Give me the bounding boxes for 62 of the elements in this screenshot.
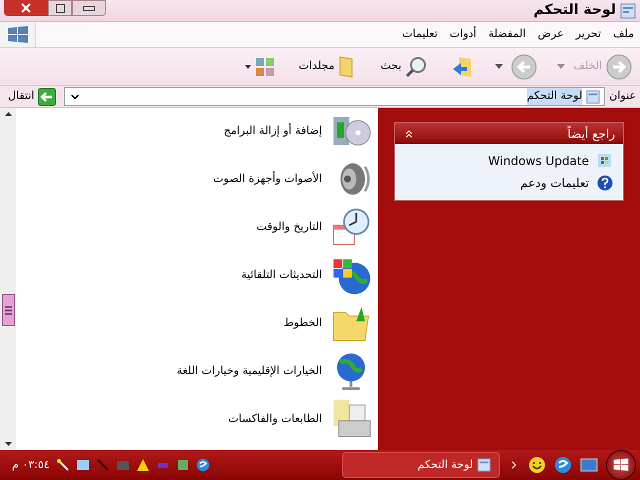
windows-logo-icon [6, 26, 28, 44]
control-panel-item[interactable]: الطابعات والفاكسات [228, 397, 372, 441]
address-field[interactable]: لوحة التحكم [64, 87, 606, 106]
control-panel-icon [620, 2, 636, 18]
update-icon [597, 153, 613, 169]
arrow-right-icon [606, 54, 632, 80]
see-also-link[interactable]: Windows Update [405, 152, 613, 170]
menu-item[interactable]: تحرير [570, 22, 608, 47]
close-button[interactable] [4, 0, 48, 16]
menu-item[interactable]: أدوات [444, 22, 482, 47]
maximize-icon [56, 4, 64, 12]
control-panel-icon [477, 458, 491, 472]
menu-item[interactable]: عرض [532, 22, 570, 47]
control-panel-item[interactable]: التاريخ والوقت [256, 205, 372, 249]
tray-app-icon[interactable] [176, 458, 190, 472]
address-value: لوحة التحكم [526, 88, 582, 105]
start-button[interactable] [606, 450, 636, 480]
control-panel-item[interactable]: التحديثات التلقائية [241, 253, 372, 297]
see-also-link[interactable]: تعليمات ودعم [405, 174, 613, 192]
go-button[interactable]: انتقال [4, 88, 60, 106]
dropdown-caret-icon [244, 64, 251, 68]
search-button[interactable]: بحث [376, 52, 432, 82]
minimize-icon [83, 6, 95, 10]
collapse-icon[interactable] [403, 128, 415, 140]
folders-button[interactable]: مجلدات [294, 52, 360, 82]
taskbar-button[interactable]: لوحة التحكم [342, 452, 500, 478]
scrollbar[interactable] [0, 108, 16, 450]
dropdown-caret-icon[interactable] [495, 64, 504, 70]
swirl-icon[interactable] [554, 456, 572, 474]
menu-item[interactable]: تعليمات [396, 22, 444, 47]
wand-icon[interactable] [56, 458, 70, 472]
clock: ٠٣:٥٤ م [12, 456, 50, 473]
thumbnails-icon [254, 56, 275, 76]
clock-calendar-icon [330, 206, 372, 248]
control-panel-item[interactable]: الخيارات الإقليمية وخيارات اللغة [176, 349, 372, 393]
windows-logo-icon [613, 458, 629, 472]
scroll-up-icon[interactable] [4, 112, 12, 116]
search-icon [405, 56, 428, 78]
grip-icon [5, 306, 12, 314]
smiley-icon[interactable] [528, 456, 546, 474]
menu-item[interactable]: ملف [607, 22, 640, 47]
window-icon[interactable] [76, 458, 90, 472]
back-label: الخلف [573, 58, 602, 74]
control-panel-item[interactable]: إضافة أو إزالة البرامج [224, 109, 372, 153]
panel-title: راجع أيضاً [568, 124, 615, 142]
panel-header[interactable]: راجع أيضاً [395, 123, 623, 144]
arrow-left-icon [511, 54, 538, 80]
close-icon [21, 3, 31, 13]
desktop-icon[interactable] [580, 458, 598, 472]
control-panel-item[interactable]: الخطوط [284, 301, 372, 345]
control-panel-icon [586, 90, 600, 104]
help-icon [597, 175, 613, 191]
warning-icon[interactable] [136, 458, 150, 472]
scrollbar-thumb[interactable] [2, 294, 15, 326]
maximize-button[interactable] [48, 0, 72, 16]
address-label: عنوان [609, 88, 636, 104]
control-panel-item[interactable]: الأصوات وأجهزة الصوت [213, 157, 372, 201]
window-title: لوحة التحكم [534, 1, 616, 20]
scroll-down-icon[interactable] [4, 442, 12, 446]
minimize-button[interactable] [72, 0, 106, 16]
swirl-icon[interactable] [196, 458, 210, 472]
menu-item[interactable]: المفضلة [482, 22, 532, 47]
